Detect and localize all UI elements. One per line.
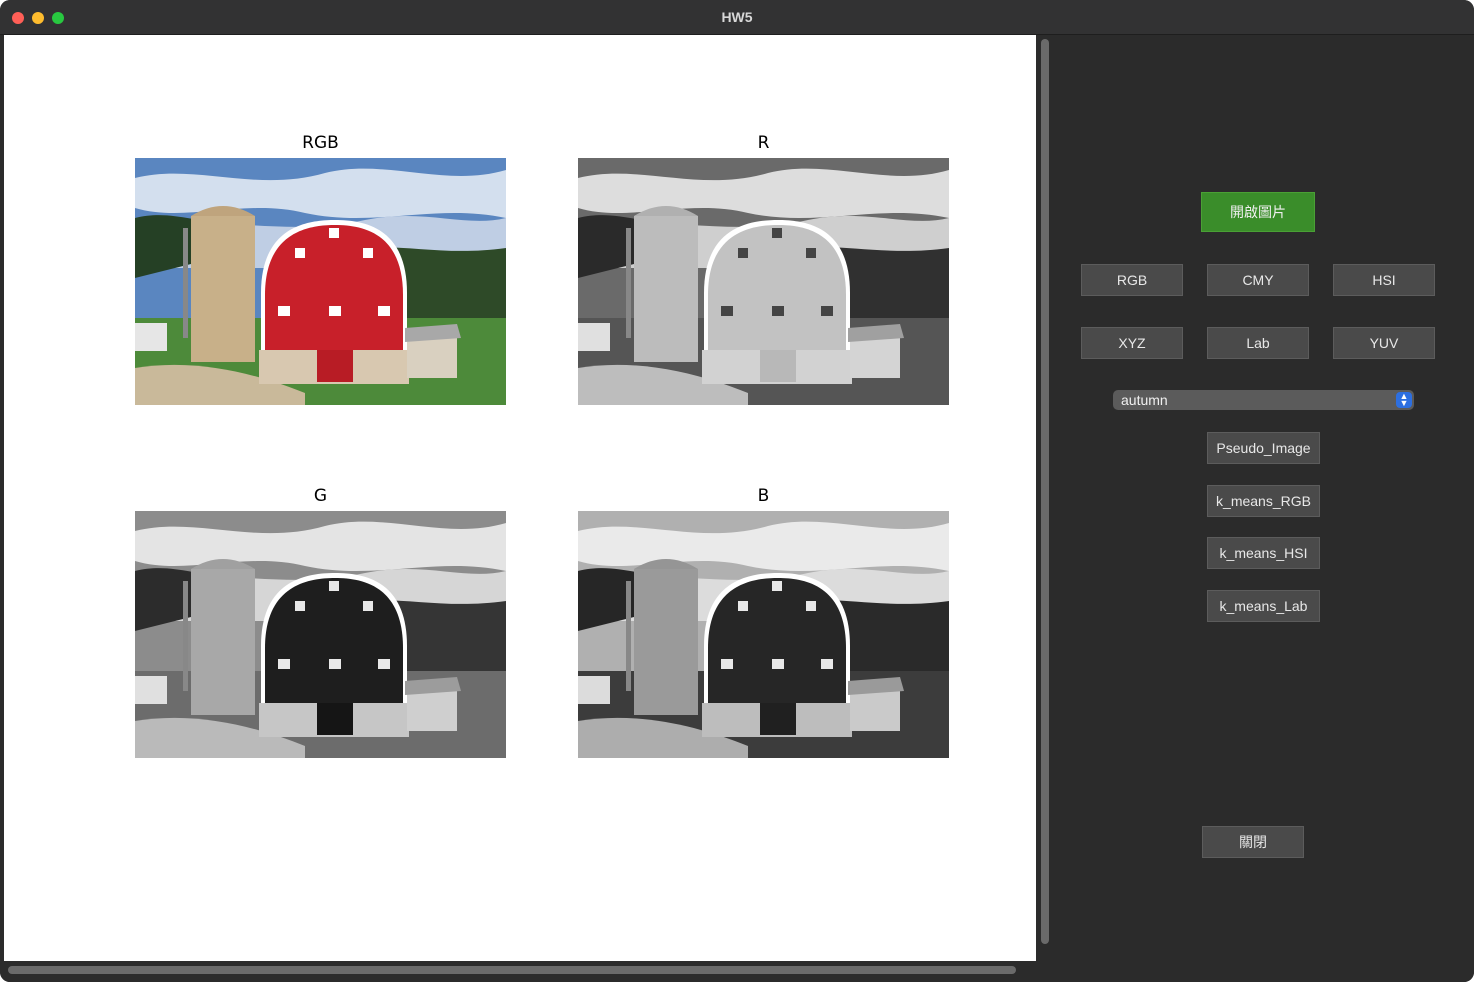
plot-title-b: B (757, 486, 770, 506)
close-button[interactable]: 關閉 (1202, 826, 1304, 858)
cmy-button[interactable]: CMY (1207, 264, 1309, 296)
vertical-scroll-thumb[interactable] (1041, 39, 1049, 944)
xyz-button[interactable]: XYZ (1081, 327, 1183, 359)
window-title: HW5 (721, 9, 753, 25)
barn-image-b-channel (578, 511, 949, 758)
barn-rgb-graphic (135, 158, 506, 405)
barn-image-r-channel (578, 158, 949, 405)
updown-chevron-icon: ▲ ▼ (1396, 392, 1412, 408)
horizontal-scrollbar[interactable] (0, 962, 1037, 982)
barn-g-graphic (135, 511, 506, 758)
hsi-button[interactable]: HSI (1333, 264, 1435, 296)
open-image-button[interactable]: 開啟圖片 (1201, 192, 1315, 232)
barn-image-g-channel (135, 511, 506, 758)
barn-image-rgb (135, 158, 506, 405)
plot-title-r: R (757, 133, 770, 153)
pseudo-image-button[interactable]: Pseudo_Image (1207, 432, 1320, 464)
kmeans-rgb-button[interactable]: k_means_RGB (1207, 485, 1320, 517)
yuv-button[interactable]: YUV (1333, 327, 1435, 359)
app-window: HW5 R G B R G B 開啟圖片 RGB CMY HSI XYZ Lab Y… (0, 0, 1474, 982)
lab-button[interactable]: Lab (1207, 327, 1309, 359)
plot-title-rgb: RGB (302, 133, 339, 153)
rgb-button[interactable]: RGB (1081, 264, 1183, 296)
control-panel: 開啟圖片 RGB CMY HSI XYZ Lab YUV autumn ▲ ▼ P… (1053, 35, 1474, 982)
horizontal-scroll-thumb[interactable] (8, 966, 1016, 974)
colormap-select[interactable]: autumn ▲ ▼ (1113, 390, 1414, 410)
vertical-scrollbar[interactable] (1037, 35, 1053, 978)
title-bar: HW5 (0, 0, 1474, 35)
colormap-selected-value: autumn (1121, 392, 1168, 408)
plot-title-g: G (313, 486, 328, 506)
barn-r-graphic (578, 158, 949, 405)
kmeans-hsi-button[interactable]: k_means_HSI (1207, 537, 1320, 569)
barn-b-graphic (578, 511, 949, 758)
figure-canvas: R G B R G B (4, 35, 1036, 961)
kmeans-lab-button[interactable]: k_means_Lab (1207, 590, 1320, 622)
